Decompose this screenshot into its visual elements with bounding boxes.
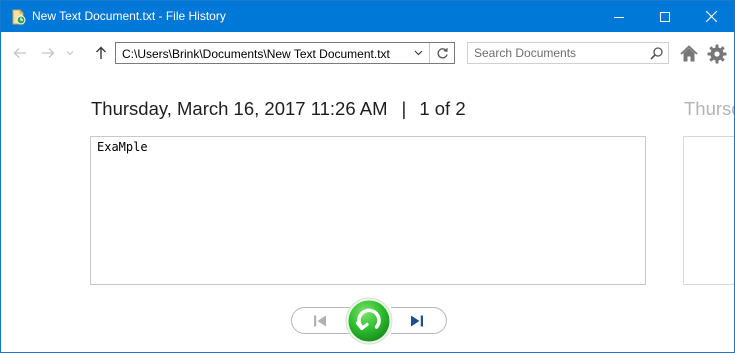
restore-button[interactable]: [345, 297, 393, 345]
home-icon: [680, 45, 698, 62]
minimize-button[interactable]: [596, 1, 642, 32]
up-button[interactable]: [91, 43, 111, 63]
close-icon: [705, 11, 717, 22]
file-preview-pane: ExaMple: [90, 136, 646, 285]
address-path[interactable]: C:\Users\Brink\Documents\New Text Docume…: [122, 47, 390, 61]
next-version-button[interactable]: [391, 307, 447, 334]
refresh-icon: [437, 47, 448, 58]
search-input[interactable]: [468, 43, 644, 63]
gear-icon: [707, 44, 727, 64]
arrow-left-icon: [13, 48, 26, 58]
file-preview-content: ExaMple: [97, 140, 148, 154]
file-history-window: New Text Document.txt - File History C:\…: [0, 0, 735, 353]
search-icon[interactable]: [648, 45, 664, 61]
arrow-up-icon: [96, 46, 106, 59]
version-header: Thursday, March 16, 2017 11:26 AM | 1 of 2: [91, 98, 466, 120]
version-position: 1 of 2: [419, 98, 466, 119]
arrow-right-icon: [42, 48, 55, 58]
address-bar[interactable]: C:\Users\Brink\Documents\New Text Docume…: [115, 42, 455, 64]
back-button[interactable]: [10, 43, 30, 63]
maximize-icon: [660, 11, 670, 22]
header-separator: |: [401, 98, 407, 119]
home-button[interactable]: [680, 45, 698, 63]
restore-icon: [345, 297, 393, 345]
settings-button[interactable]: [707, 44, 727, 64]
version-datetime: Thursday, March 16, 2017 11:26 AM: [91, 98, 388, 119]
recent-locations-button[interactable]: [63, 43, 77, 63]
next-version-preview[interactable]: [683, 136, 734, 285]
navigation-toolbar: C:\Users\Brink\Documents\New Text Docume…: [1, 32, 734, 76]
next-version-header[interactable]: Thursd: [684, 98, 734, 120]
address-dropdown-button[interactable]: [408, 43, 428, 63]
maximize-button[interactable]: [642, 1, 688, 32]
search-box[interactable]: [467, 42, 669, 64]
window-title: New Text Document.txt - File History: [32, 9, 226, 23]
skip-next-icon: [411, 315, 423, 326]
file-history-app-icon: [10, 9, 26, 25]
close-button[interactable]: [688, 1, 734, 32]
chevron-down-icon: [66, 51, 74, 56]
chevron-down-icon: [414, 50, 422, 56]
skip-previous-icon: [314, 315, 326, 326]
forward-button[interactable]: [38, 43, 58, 63]
title-bar: New Text Document.txt - File History: [1, 1, 734, 32]
minimize-icon: [614, 16, 624, 18]
refresh-button[interactable]: [429, 43, 455, 63]
